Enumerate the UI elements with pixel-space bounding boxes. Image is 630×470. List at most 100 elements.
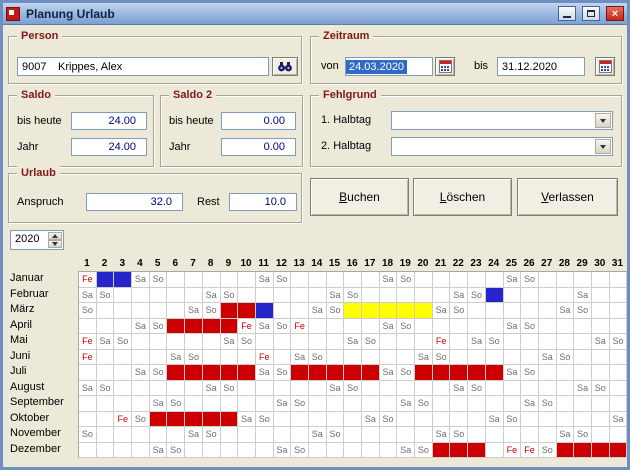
calendar-cell[interactable] xyxy=(592,396,610,412)
calendar-cell[interactable] xyxy=(592,443,610,459)
calendar-cell[interactable] xyxy=(415,381,433,397)
calendar-cell[interactable]: So xyxy=(291,443,309,459)
calendar-cell[interactable] xyxy=(521,288,539,304)
calendar-cell[interactable]: Sa xyxy=(97,334,115,350)
calendar-cell[interactable] xyxy=(114,427,132,443)
calendar-cell[interactable] xyxy=(362,396,380,412)
calendar-cell[interactable] xyxy=(132,334,150,350)
calendar-cell[interactable] xyxy=(521,412,539,428)
calendar-cell[interactable]: So xyxy=(150,319,168,335)
calendar-cell[interactable] xyxy=(504,350,522,366)
search-person-button[interactable] xyxy=(272,57,298,76)
calendar-cell[interactable] xyxy=(114,443,132,459)
calendar-cell[interactable] xyxy=(468,350,486,366)
calendar-cell[interactable] xyxy=(397,381,415,397)
calendar-cell[interactable] xyxy=(97,412,115,428)
calendar-cell[interactable]: Sa xyxy=(185,427,203,443)
calendar-cell[interactable]: Sa xyxy=(504,319,522,335)
calendar-cell[interactable]: Sa xyxy=(150,396,168,412)
calendar-cell[interactable] xyxy=(362,303,380,319)
calendar-cell[interactable]: So xyxy=(185,350,203,366)
calendar-cell[interactable]: Sa xyxy=(486,412,504,428)
calendar-cell[interactable]: So xyxy=(274,365,292,381)
calendar-cell[interactable] xyxy=(97,427,115,443)
calendar-cell[interactable] xyxy=(221,396,239,412)
calendar-cell[interactable] xyxy=(167,288,185,304)
calendar-cell[interactable] xyxy=(486,443,504,459)
calendar-cell[interactable]: So xyxy=(274,319,292,335)
calendar-cell[interactable] xyxy=(114,365,132,381)
calendar-cell[interactable] xyxy=(574,412,592,428)
calendar-cell[interactable]: So xyxy=(592,381,610,397)
calendar-cell[interactable] xyxy=(150,412,168,428)
calendar-cell[interactable] xyxy=(291,412,309,428)
calendar-cell[interactable]: So xyxy=(610,334,628,350)
calendar-cell[interactable] xyxy=(539,319,557,335)
calendar-cell[interactable] xyxy=(221,319,239,335)
calendar-cell[interactable] xyxy=(344,443,362,459)
calendar-cell[interactable]: Sa xyxy=(521,396,539,412)
calendar-cell[interactable]: Sa xyxy=(504,272,522,288)
calendar-cell[interactable] xyxy=(504,427,522,443)
calendar-cell[interactable] xyxy=(132,443,150,459)
calendar-cell[interactable]: So xyxy=(468,288,486,304)
calendar-cell[interactable] xyxy=(167,319,185,335)
calendar-cell[interactable]: So xyxy=(221,288,239,304)
calendar-cell[interactable] xyxy=(274,427,292,443)
verlassen-button[interactable]: Verlassen xyxy=(517,178,618,216)
calendar-cell[interactable]: Sa xyxy=(574,288,592,304)
calendar-cell[interactable]: So xyxy=(415,443,433,459)
calendar-cell[interactable]: So xyxy=(397,365,415,381)
calendar-cell[interactable] xyxy=(309,381,327,397)
calendar-cell[interactable] xyxy=(203,396,221,412)
calendar-cell[interactable] xyxy=(539,288,557,304)
calendar-cell[interactable]: So xyxy=(97,288,115,304)
calendar-cell[interactable] xyxy=(256,381,274,397)
calendar-cell[interactable] xyxy=(486,381,504,397)
calendar-cell[interactable] xyxy=(397,427,415,443)
calendar-cell[interactable] xyxy=(150,288,168,304)
calendar-cell[interactable] xyxy=(450,272,468,288)
calendar-cell[interactable] xyxy=(221,412,239,428)
calendar-cell[interactable] xyxy=(468,396,486,412)
calendar-cell[interactable] xyxy=(221,350,239,366)
calendar-cell[interactable] xyxy=(504,303,522,319)
calendar-cell[interactable]: So xyxy=(557,350,575,366)
calendar-cell[interactable] xyxy=(610,427,628,443)
calendar-cell[interactable]: Sa xyxy=(256,319,274,335)
calendar-cell[interactable] xyxy=(79,396,97,412)
calendar-cell[interactable] xyxy=(185,288,203,304)
calendar-cell[interactable]: So xyxy=(238,334,256,350)
calendar-cell[interactable]: So xyxy=(309,350,327,366)
calendar-cell[interactable] xyxy=(238,443,256,459)
calendar-cell[interactable] xyxy=(380,350,398,366)
calendar-cell[interactable]: Sa xyxy=(592,334,610,350)
close-button[interactable]: × xyxy=(606,6,624,21)
calendar-cell[interactable] xyxy=(150,427,168,443)
calendar-cell[interactable]: Fe xyxy=(504,443,522,459)
calendar-cell[interactable] xyxy=(486,319,504,335)
calendar-cell[interactable] xyxy=(274,412,292,428)
calendar-cell[interactable] xyxy=(433,272,451,288)
calendar-cell[interactable] xyxy=(238,303,256,319)
calendar-cell[interactable]: So xyxy=(79,427,97,443)
calendar-cell[interactable] xyxy=(610,365,628,381)
calendar-cell[interactable] xyxy=(167,272,185,288)
calendar-cell[interactable] xyxy=(256,443,274,459)
calendar-cell[interactable]: Sa xyxy=(221,334,239,350)
calendar-cell[interactable]: So xyxy=(167,396,185,412)
calendar-cell[interactable] xyxy=(380,288,398,304)
calendar-cell[interactable]: Sa xyxy=(327,381,345,397)
calendar-cell[interactable] xyxy=(238,288,256,304)
calendar-cell[interactable] xyxy=(380,381,398,397)
calendar-cell[interactable] xyxy=(344,303,362,319)
calendar-cell[interactable] xyxy=(274,303,292,319)
calendar-cell[interactable] xyxy=(327,365,345,381)
calendar-cell[interactable] xyxy=(415,288,433,304)
calendar-cell[interactable] xyxy=(79,443,97,459)
calendar-cell[interactable]: Sa xyxy=(256,272,274,288)
halbtag2-combobox[interactable] xyxy=(391,137,613,156)
calendar-cell[interactable] xyxy=(539,334,557,350)
calendar-cell[interactable] xyxy=(415,334,433,350)
calendar-cell[interactable]: Fe xyxy=(256,350,274,366)
